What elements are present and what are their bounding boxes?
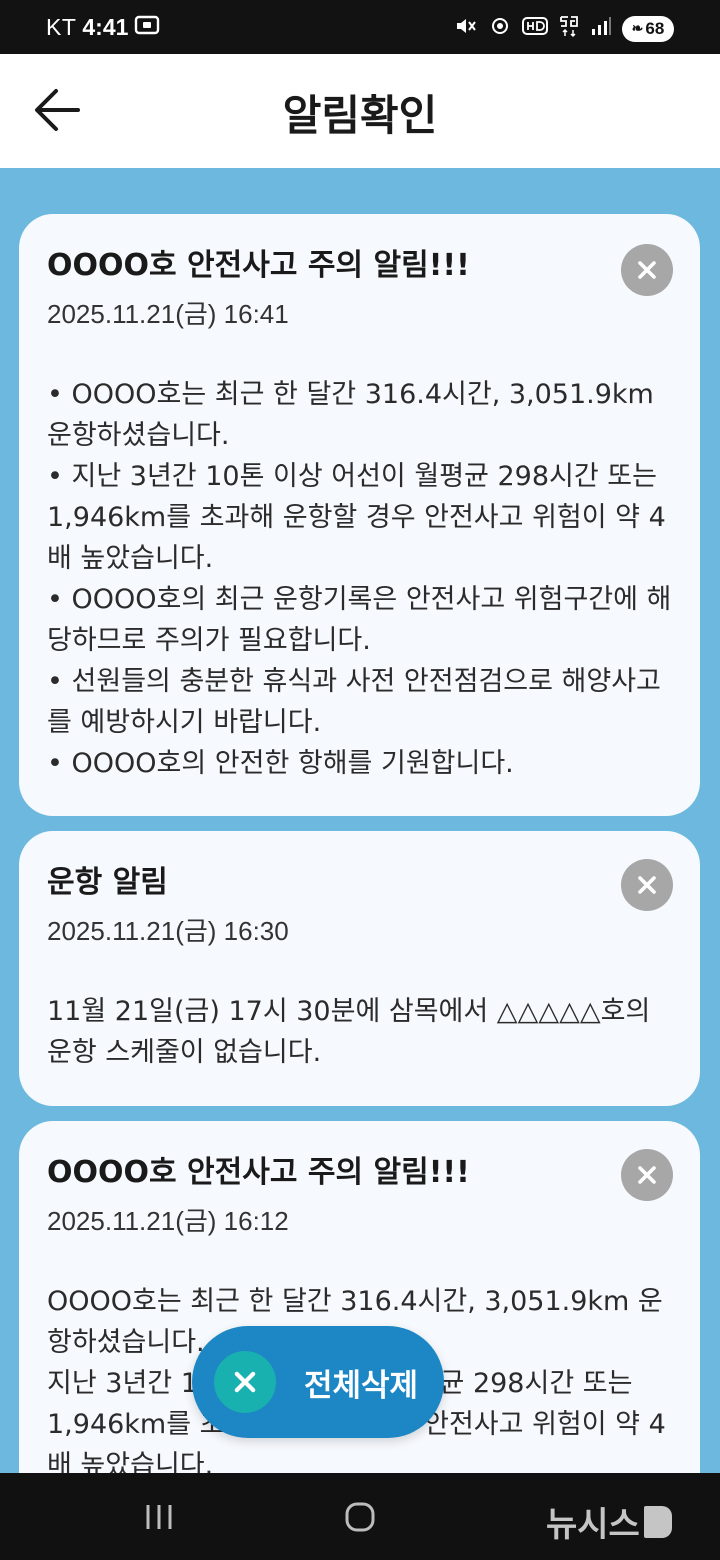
- notification-title: OOOO호 안전사고 주의 알림!!!: [47, 1155, 470, 1190]
- notification-title: 운항 알림: [47, 865, 168, 900]
- home-button[interactable]: [344, 1501, 376, 1533]
- mute-icon: [454, 15, 478, 42]
- close-icon: [638, 1166, 656, 1184]
- leaf-icon: ❧: [631, 20, 644, 36]
- close-circle-icon: [214, 1351, 276, 1413]
- close-icon: [638, 261, 656, 279]
- recents-icon: [146, 1505, 172, 1529]
- system-nav-bar: 뉴시스: [0, 1473, 720, 1560]
- hotspot-icon: [488, 15, 512, 42]
- home-icon: [345, 1502, 375, 1532]
- delete-all-button[interactable]: 전체삭제: [192, 1326, 444, 1438]
- battery-level: 68: [645, 18, 665, 38]
- screenshot-icon: [134, 14, 160, 41]
- carrier-label: KT: [46, 14, 77, 40]
- delete-notification-button[interactable]: [621, 859, 673, 911]
- clock: 4:41: [82, 14, 129, 40]
- notification-datetime: 2025.11.21(금) 16:30: [47, 916, 289, 946]
- notification-title: OOOO호 안전사고 주의 알림!!!: [47, 248, 470, 283]
- delete-all-label: 전체삭제: [304, 1367, 419, 1404]
- notification-card: 운항 알림 2025.11.21(금) 16:30 11월 21일(금) 17시…: [19, 831, 700, 1106]
- notification-datetime: 2025.11.21(금) 16:12: [47, 1206, 289, 1236]
- notification-datetime: 2025.11.21(금) 16:41: [47, 299, 289, 329]
- watermark-logo-shape: [643, 1505, 672, 1538]
- battery-indicator: ❧ 68: [622, 15, 674, 42]
- notification-body: 11월 21일(금) 17시 30분에 삼목에서 △△△△△호의 운항 스케줄이…: [47, 996, 651, 1068]
- delete-notification-button[interactable]: [621, 1149, 673, 1201]
- watermark-text: 뉴시스: [546, 1505, 640, 1545]
- notification-body: • OOOO호는 최근 한 달간 316.4시간, 3,051.9km 운항하셨…: [47, 379, 672, 779]
- delete-notification-button[interactable]: [621, 244, 673, 296]
- close-icon: [638, 876, 656, 894]
- news-watermark: 뉴시스: [546, 1497, 672, 1546]
- notification-list[interactable]: OOOO호 안전사고 주의 알림!!! 2025.11.21(금) 16:41 …: [0, 168, 720, 1473]
- hd-voice-icon: [522, 15, 548, 42]
- signal-icon: [590, 15, 612, 42]
- recents-button[interactable]: [144, 1503, 174, 1531]
- network-5g-icon: [558, 14, 580, 43]
- page-title: 알림확인: [282, 91, 438, 140]
- notification-card: OOOO호 안전사고 주의 알림!!! 2025.11.21(금) 16:41 …: [19, 214, 700, 816]
- status-bar-left: KT 4:41: [46, 14, 160, 41]
- app-header: 알림확인: [0, 54, 720, 168]
- status-bar-right: ❧ 68: [454, 14, 674, 43]
- status-bar: KT 4:41 ❧ 68: [0, 0, 720, 54]
